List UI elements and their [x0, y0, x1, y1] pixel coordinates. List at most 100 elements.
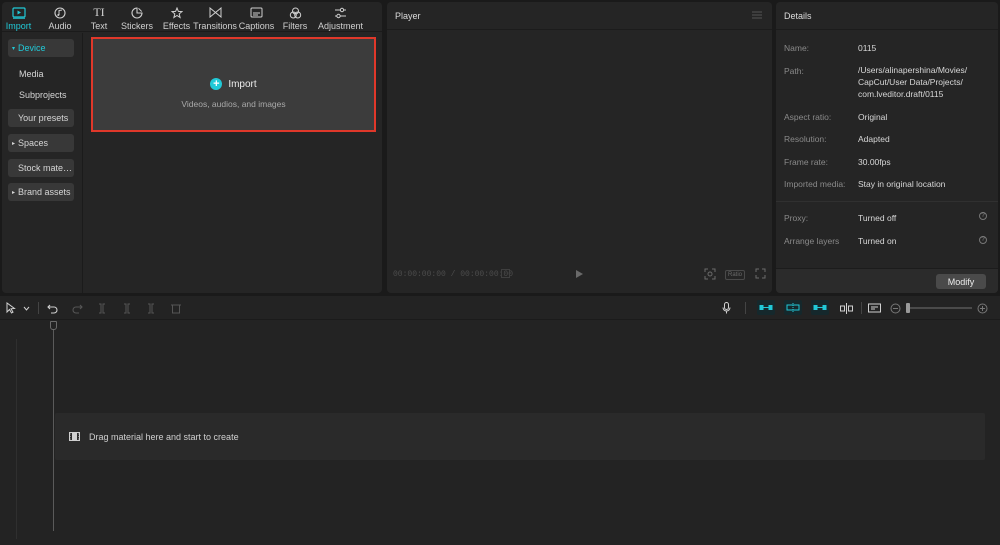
- sidebar-item-label: Brand assets: [18, 187, 71, 197]
- tab-label: Stickers: [120, 21, 153, 31]
- sidebar-item-brand-assets[interactable]: ▸ Brand assets: [8, 183, 74, 201]
- detail-label-path: Path:: [784, 66, 804, 76]
- detail-value-proxy: Turned off: [858, 213, 897, 223]
- undo-icon[interactable]: [47, 301, 58, 315]
- tab-label: Filters: [282, 21, 308, 31]
- player-panel: Player 00:00:00:00 / 00:00:00:00 Ratio: [387, 2, 772, 293]
- detail-value-path-line3: com.lveditor.draft/0115: [858, 89, 944, 99]
- detail-label-proxy: Proxy:: [784, 213, 809, 223]
- tab-effects[interactable]: Effects: [161, 2, 192, 32]
- playhead[interactable]: [53, 321, 54, 531]
- tab-label: Effects: [162, 21, 191, 31]
- tab-label: Text: [90, 21, 108, 31]
- crop-focus-icon[interactable]: [704, 268, 716, 282]
- menu-icon[interactable]: [752, 11, 762, 21]
- player-timecode: 00:00:00:00 / 00:00:00:00: [393, 270, 514, 279]
- tab-captions[interactable]: Captions: [238, 2, 275, 32]
- film-icon: [69, 432, 80, 441]
- detail-value-frame-rate: 30.00fps: [858, 157, 891, 167]
- zoom-slider-handle[interactable]: [906, 303, 910, 313]
- filters-icon: [289, 5, 302, 20]
- captions-icon: [250, 5, 263, 20]
- plus-icon: +: [210, 78, 223, 90]
- preview-axis-icon[interactable]: [840, 301, 853, 315]
- chevron-right-icon: ▸: [12, 189, 16, 196]
- player-header: Player: [387, 2, 772, 30]
- ratio-label: Ratio: [727, 272, 742, 278]
- play-button[interactable]: [575, 269, 584, 281]
- audio-icon: [54, 5, 66, 20]
- sidebar-item-spaces[interactable]: ▸ Spaces: [8, 134, 74, 152]
- tab-import[interactable]: Import: [2, 2, 35, 32]
- tab-stickers[interactable]: Stickers: [113, 2, 161, 32]
- help-icon[interactable]: ?: [979, 212, 987, 220]
- detail-label-resolution: Resolution:: [784, 134, 827, 144]
- playhead-handle[interactable]: [50, 321, 57, 330]
- zoom-slider-track[interactable]: [908, 307, 972, 309]
- detail-label-name: Name:: [784, 43, 810, 53]
- help-icon[interactable]: ?: [979, 236, 987, 244]
- microphone-icon[interactable]: [722, 301, 731, 315]
- detail-label-frame-rate: Frame rate:: [784, 157, 828, 167]
- adjustment-icon: [334, 5, 347, 20]
- split-right-icon[interactable]: [146, 301, 156, 315]
- main-track-magnet-toggle[interactable]: [757, 300, 775, 315]
- tab-transitions[interactable]: Transitions: [192, 2, 238, 32]
- sidebar-item-device[interactable]: ▾ Device: [8, 39, 74, 57]
- effects-icon: [170, 5, 183, 20]
- sidebar-item-label: Device: [18, 43, 46, 53]
- track-gutter: [16, 339, 17, 539]
- detail-value-resolution: Adapted: [858, 134, 890, 144]
- import-icon: [11, 5, 26, 20]
- detail-label-aspect-ratio: Aspect ratio:: [784, 112, 832, 122]
- ratio-button[interactable]: Ratio: [725, 270, 745, 280]
- fullscreen-icon[interactable]: [755, 268, 766, 281]
- timeline-toolbar: [0, 296, 1000, 320]
- main-track-dropzone[interactable]: Drag material here and start to create: [55, 413, 985, 460]
- stickers-icon: [131, 5, 143, 20]
- delete-icon[interactable]: [171, 301, 181, 315]
- detail-value-name: 0115: [858, 43, 877, 53]
- import-button[interactable]: + Import: [93, 78, 374, 90]
- detail-value-arrange-layers: Turned on: [858, 236, 897, 246]
- sidebar-item-your-presets[interactable]: Your presets: [8, 109, 74, 127]
- tab-label: Captions: [238, 21, 275, 31]
- fit-icon[interactable]: [501, 269, 510, 280]
- tab-audio[interactable]: Audio: [35, 2, 85, 32]
- media-sidebar: ▾ Device Media Subprojects Your presets …: [2, 33, 83, 293]
- details-footer: Modify: [776, 268, 998, 293]
- modify-button[interactable]: Modify: [936, 274, 986, 289]
- tab-label: Transitions: [193, 21, 237, 31]
- tab-text[interactable]: TI Text: [85, 2, 113, 32]
- select-tool-icon[interactable]: [6, 301, 16, 315]
- timeline-area[interactable]: Drag material here and start to create: [0, 321, 1000, 545]
- detail-value-path-line2: CapCut/User Data/Projects/: [858, 77, 963, 87]
- import-subtitle: Videos, audios, and images: [181, 99, 286, 109]
- caption-preview-icon[interactable]: [868, 301, 881, 315]
- zoom-out-icon[interactable]: [890, 301, 901, 315]
- sidebar-item-label: Spaces: [18, 138, 49, 148]
- snap-icon: [786, 303, 800, 312]
- detail-label-imported-media: Imported media:: [784, 179, 846, 189]
- sidebar-item-media[interactable]: Media: [19, 69, 44, 79]
- sidebar-item-subprojects[interactable]: Subprojects: [19, 90, 67, 100]
- split-icon[interactable]: [97, 301, 107, 315]
- import-dropzone[interactable]: + Import Videos, audios, and images: [91, 37, 376, 132]
- chevron-down-icon[interactable]: [23, 301, 30, 315]
- toolbar-separator: [38, 302, 39, 314]
- link-icon: [759, 305, 773, 310]
- tab-filters[interactable]: Filters: [275, 2, 315, 32]
- linkage-toggle[interactable]: [811, 300, 829, 315]
- auto-snap-toggle[interactable]: [784, 300, 802, 315]
- tab-label: Import: [5, 21, 32, 31]
- chain-icon: [813, 305, 827, 310]
- redo-icon[interactable]: [72, 301, 83, 315]
- tab-adjustment[interactable]: Adjustment: [315, 2, 366, 32]
- split-left-icon[interactable]: [122, 301, 132, 315]
- details-panel: Details Name: 0115 Path: /Users/alinaper…: [776, 2, 998, 293]
- sidebar-item-label: Your presets: [18, 113, 69, 123]
- details-header: Details: [776, 2, 998, 30]
- zoom-in-icon[interactable]: [977, 301, 988, 315]
- sidebar-item-stock-material[interactable]: Stock mate…: [8, 159, 74, 177]
- drop-hint-text: Drag material here and start to create: [89, 431, 239, 442]
